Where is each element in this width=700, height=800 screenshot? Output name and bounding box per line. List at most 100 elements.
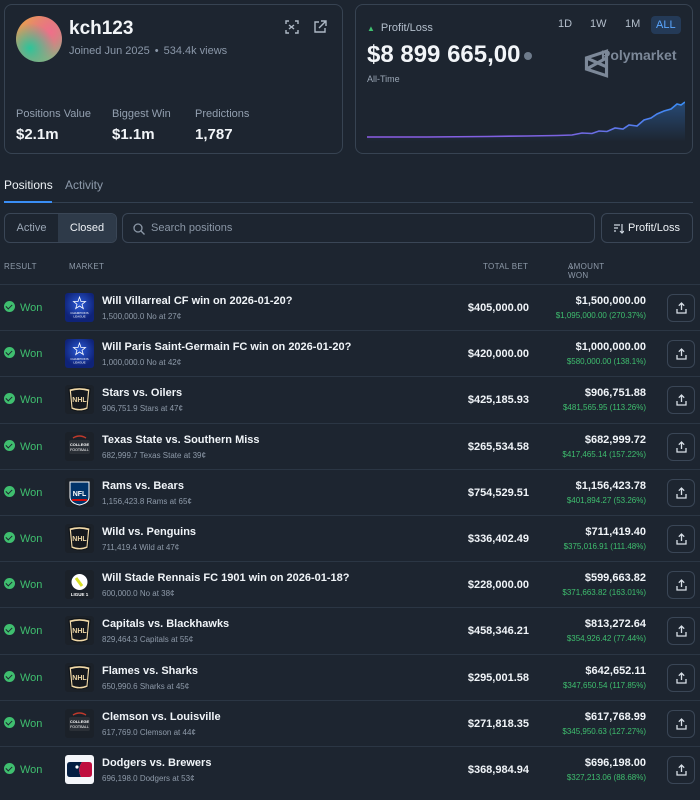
- position-detail: 1,500,000.0 No at 27¢: [102, 312, 182, 321]
- filter-closed-button[interactable]: Closed: [58, 214, 116, 242]
- share-icon: [676, 717, 687, 730]
- nfl-logo-icon: NFL: [65, 477, 94, 507]
- share-button[interactable]: [667, 432, 695, 461]
- amount-won: $711,419.40: [585, 525, 646, 538]
- share-button[interactable]: [667, 340, 695, 369]
- tab-positions[interactable]: Positions: [4, 178, 53, 192]
- position-detail: 600,000.0 No at 38¢: [102, 589, 175, 599]
- amount-won: $1,000,000.00: [575, 341, 646, 354]
- share-button[interactable]: [667, 617, 695, 646]
- pnl-period: All-Time: [367, 74, 400, 84]
- table-row[interactable]: Won CHAMPIONS LEAGUE Will Villarreal CF win…: [0, 284, 700, 330]
- profit-gain: $371,663.82 (163.01%): [562, 588, 646, 598]
- result-label: Won: [20, 348, 43, 361]
- meta-separator: •: [154, 45, 159, 57]
- range-1w[interactable]: 1W: [590, 18, 607, 30]
- stat-label: Predictions: [195, 108, 250, 120]
- range-1m[interactable]: 1M: [625, 18, 640, 30]
- result-badge: Won: [4, 624, 42, 637]
- market-title[interactable]: Stars vs. Oilers: [102, 387, 182, 399]
- check-circle-icon: [4, 670, 15, 682]
- market-title[interactable]: Texas State vs. Southern Miss: [102, 434, 260, 446]
- market-title[interactable]: Wild vs. Penguins: [102, 526, 196, 538]
- table-row[interactable]: Won Dodgers vs. Brewers 696,198.0 Dodgers …: [0, 745, 700, 792]
- market-title[interactable]: Capitals vs. Blackhawks: [102, 618, 229, 630]
- market-title[interactable]: Will Paris Saint-Germain FC win on 2026-…: [102, 341, 351, 353]
- amount-won: $1,156,423.78: [575, 479, 646, 492]
- amount-won: $906,751.88: [584, 387, 646, 400]
- result-badge: Won: [4, 531, 42, 545]
- range-all[interactable]: ALL: [651, 16, 681, 34]
- check-circle-icon: [4, 347, 15, 359]
- profit-gain: $375,016.91 (111.48%): [563, 541, 646, 551]
- share-button[interactable]: [667, 294, 695, 322]
- positions-table: Won CHAMPIONS LEAGUE Will Villarreal CF win…: [0, 284, 700, 792]
- range-1d[interactable]: 1D: [558, 18, 572, 30]
- position-detail: 1,156,423.8 Rams at 65¢: [102, 496, 192, 506]
- result-label: Won: [20, 302, 43, 314]
- result-badge: Won: [4, 301, 42, 314]
- share-button[interactable]: [667, 386, 695, 415]
- share-button[interactable]: [667, 524, 695, 553]
- stat-label: Biggest Win: [112, 108, 171, 120]
- total-bet: $368,984.94: [467, 763, 529, 776]
- market-title[interactable]: Rams vs. Bears: [102, 480, 184, 492]
- brand: Polymarket: [582, 47, 676, 78]
- sort-button[interactable]: Profit/Loss: [601, 213, 693, 243]
- table-row[interactable]: Won COLLEGE FOOTBALL Clemson vs. Louisville…: [0, 699, 700, 746]
- table-row[interactable]: Won NHL Capitals vs. Blackhawks 829,464.3 C…: [0, 607, 700, 653]
- market-title[interactable]: Clemson vs. Louisville: [102, 711, 221, 723]
- sort-label: Profit/Loss: [628, 222, 680, 234]
- result-badge: Won: [4, 347, 42, 360]
- total-bet: $420,000.00: [467, 348, 529, 361]
- external-link-icon[interactable]: [313, 20, 327, 34]
- position-detail: 829,464.3 Capitals at 55¢: [102, 635, 194, 645]
- total-bet: $405,000.00: [467, 302, 529, 314]
- sort-icon: [613, 223, 625, 234]
- profit-loss-card: ▲ Profit/Loss 1D 1W 1M ALL $8 899 665,00 …: [355, 4, 693, 154]
- amount-won: $682,999.72: [584, 433, 646, 446]
- table-row[interactable]: Won COLLEGE FOOTBALL Texas State vs. Southe…: [0, 422, 700, 469]
- table-row[interactable]: Won LIGUE 1 Will Stade Rennais FC 1901 win…: [0, 561, 700, 607]
- filter-active-button[interactable]: Active: [5, 214, 58, 242]
- result-badge: Won: [4, 578, 42, 591]
- table-row[interactable]: Won NHL Wild vs. Penguins 711,419.4 Wild at…: [0, 514, 700, 561]
- share-button[interactable]: [667, 663, 695, 692]
- share-button[interactable]: [667, 478, 695, 507]
- svg-text:LEAGUE: LEAGUE: [73, 361, 85, 365]
- tab-activity[interactable]: Activity: [65, 178, 103, 192]
- nhl-logo-icon: NHL: [65, 616, 94, 646]
- total-bet: $228,000.00: [467, 579, 529, 592]
- market-title[interactable]: Will Villarreal CF win on 2026-01-20?: [102, 295, 292, 307]
- table-row[interactable]: Won NHL Stars vs. Oilers 906,751.9 Stars at…: [0, 376, 700, 422]
- header-total-bet[interactable]: TOTAL BET: [483, 262, 528, 271]
- share-button[interactable]: [667, 571, 695, 600]
- share-icon: [676, 440, 687, 453]
- share-icon: [676, 486, 687, 499]
- table-row[interactable]: Won CHAMPIONS LEAGUE Will Paris Saint-Germa…: [0, 330, 700, 376]
- share-button[interactable]: [667, 709, 695, 738]
- share-icon: [676, 625, 687, 637]
- svg-text:NHL: NHL: [72, 675, 87, 682]
- total-bet: $295,001.58: [467, 671, 529, 684]
- total-bet: $336,402.49: [467, 532, 529, 545]
- info-icon[interactable]: [524, 51, 533, 60]
- tab-bar: Positions Activity: [4, 175, 693, 203]
- search-input[interactable]: [151, 218, 581, 238]
- scan-icon[interactable]: [285, 20, 299, 34]
- share-button[interactable]: [667, 755, 695, 784]
- check-circle-icon: [4, 301, 15, 312]
- table-row[interactable]: Won NHL Flames vs. Sharks 650,990.6 Sharks …: [0, 653, 700, 700]
- svg-text:NHL: NHL: [72, 628, 87, 635]
- position-detail: 711,419.4 Wild at 47¢: [102, 542, 180, 552]
- pnl-label-text: Profit/Loss: [380, 22, 433, 34]
- champions-league-logo-icon: CHAMPIONS LEAGUE: [65, 339, 94, 369]
- share-icon: [676, 579, 687, 591]
- market-title[interactable]: Flames vs. Sharks: [102, 665, 198, 677]
- table-row[interactable]: Won NFL Rams vs. Bears 1,156,423.8 Rams at …: [0, 468, 700, 515]
- amount-won: $642,652.11: [585, 664, 646, 677]
- stat-value: $2.1m: [16, 126, 59, 143]
- result-label: Won: [20, 486, 43, 499]
- market-title[interactable]: Will Stade Rennais FC 1901 win on 2026-0…: [102, 572, 349, 584]
- market-title[interactable]: Dodgers vs. Brewers: [102, 757, 211, 769]
